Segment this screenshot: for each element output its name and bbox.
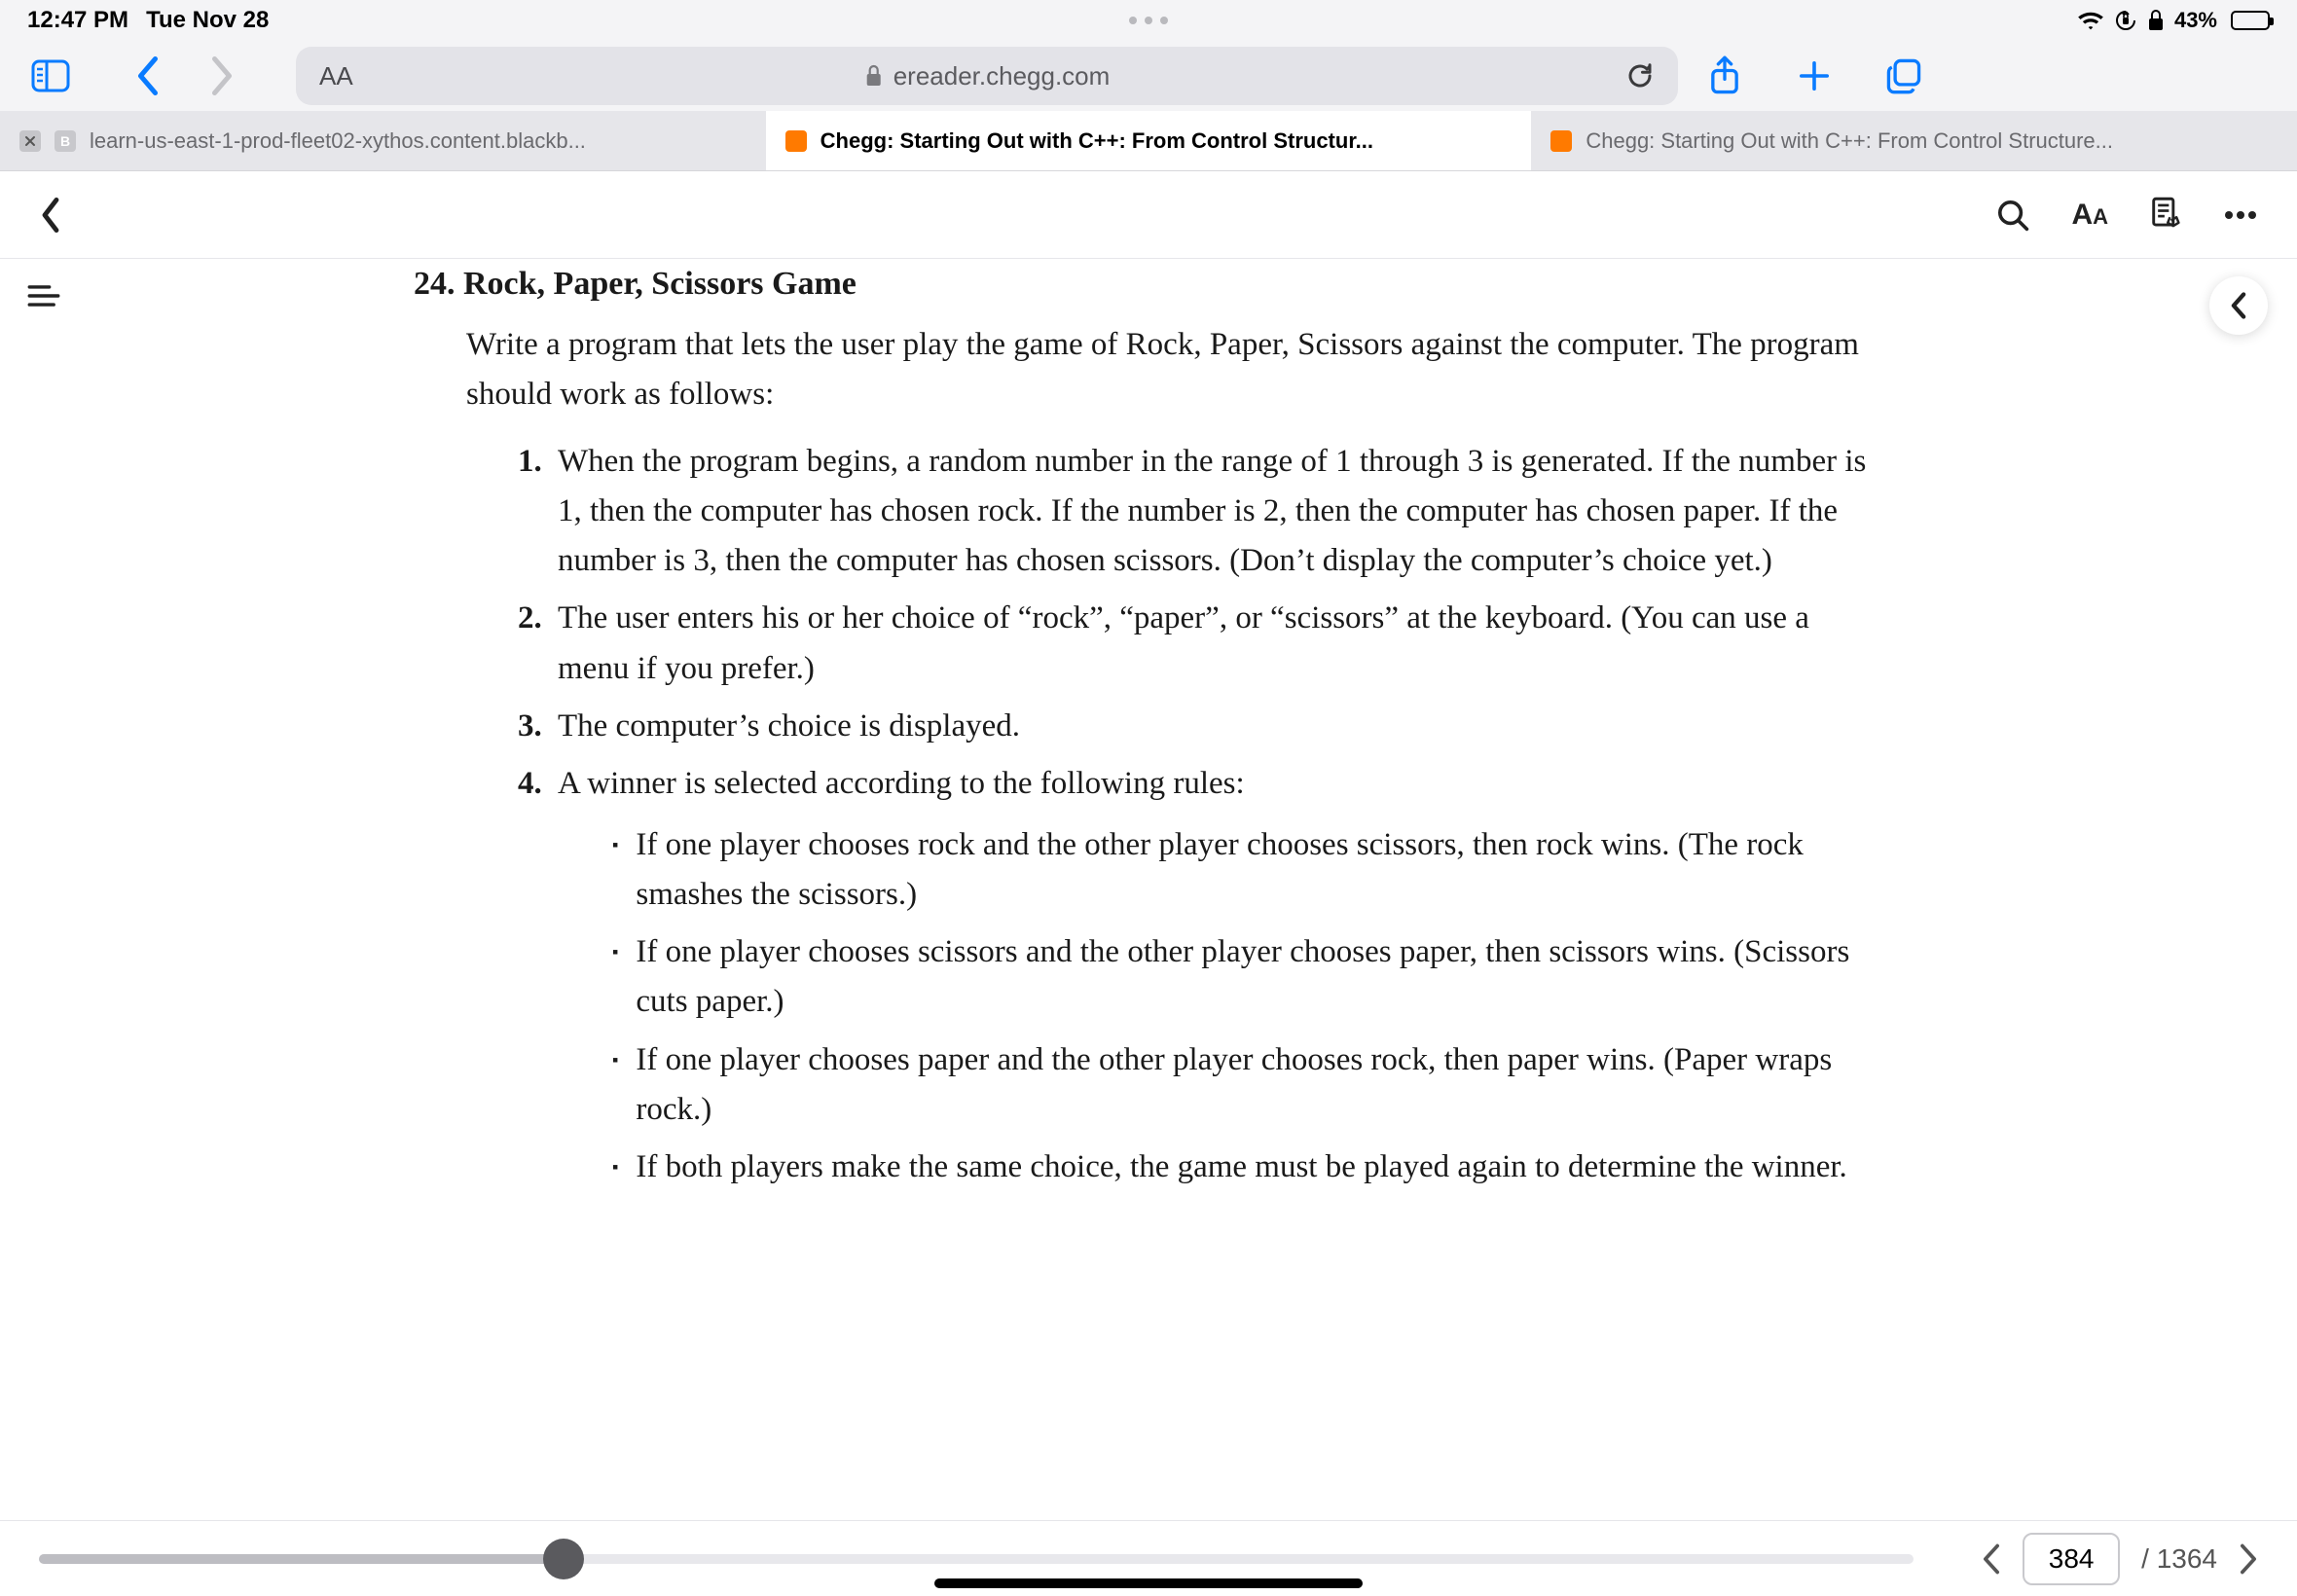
wifi-icon	[2077, 10, 2104, 31]
steps-list: When the program begins, a random number…	[550, 433, 1883, 1200]
section-heading: 24. Rock, Paper, Scissors Game	[414, 259, 1883, 310]
reload-button[interactable]	[1625, 61, 1655, 91]
collapse-panel-button[interactable]	[2209, 276, 2268, 335]
back-button[interactable]	[125, 53, 171, 99]
list-item: If both players make the same choice, th…	[612, 1139, 1883, 1196]
tab-favicon	[1550, 130, 1572, 152]
reader-content-area: 24. Rock, Paper, Scissors Game Write a p…	[0, 259, 2297, 1520]
browser-toolbar: AA ereader.chegg.com	[0, 41, 2297, 111]
prev-page-button[interactable]	[1982, 1543, 2001, 1575]
intro-paragraph: Write a program that lets the user play …	[466, 320, 1883, 419]
tab-favicon	[785, 130, 807, 152]
browser-tab[interactable]: Chegg: Starting Out with C++: From Contr…	[1531, 111, 2297, 170]
status-date: Tue Nov 28	[146, 7, 269, 34]
list-item: When the program begins, a random number…	[550, 433, 1883, 590]
rules-list: If one player chooses rock and the other…	[612, 816, 1883, 1196]
tab-favicon: B	[55, 130, 76, 152]
page-total: / 1364	[2141, 1543, 2217, 1575]
text-settings-icon[interactable]: AA	[2071, 199, 2108, 232]
status-time: 12:47 PM	[27, 7, 128, 34]
sidebar-toggle-icon[interactable]	[27, 53, 74, 99]
scrubber-thumb[interactable]	[543, 1539, 584, 1579]
more-icon[interactable]	[2223, 209, 2258, 221]
list-item: The computer’s choice is displayed.	[550, 698, 1883, 755]
address-url: ereader.chegg.com	[893, 61, 1111, 91]
battery-icon	[2227, 11, 2270, 30]
list-item: If one player chooses rock and the other…	[612, 816, 1883, 924]
reader-mode-button[interactable]: AA	[319, 61, 353, 91]
next-page-button[interactable]	[2239, 1543, 2258, 1575]
toc-button[interactable]	[27, 282, 60, 309]
lock-icon	[864, 64, 884, 88]
list-item: A winner is selected according to the fo…	[550, 755, 1883, 1200]
page-number-input[interactable]: 384	[2023, 1533, 2120, 1585]
search-icon[interactable]	[1995, 198, 2030, 233]
browser-tab[interactable]: Chegg: Starting Out with C++: From Contr…	[766, 111, 1532, 170]
ereader-toolbar: AA	[0, 171, 2297, 259]
tab-label: learn-us-east-1-prod-fleet02-xythos.cont…	[90, 128, 586, 154]
multitask-dots[interactable]	[1129, 17, 1168, 24]
page-scrubber[interactable]	[39, 1554, 1914, 1564]
share-button[interactable]	[1701, 53, 1748, 99]
list-item: The user enters his or her choice of “ro…	[550, 590, 1883, 697]
orientation-lock-icon	[2114, 9, 2137, 32]
bookmark-icon[interactable]	[2149, 197, 2182, 234]
browser-tab[interactable]: Blearn-us-east-1-prod-fleet02-xythos.con…	[0, 111, 766, 170]
list-item: If one player chooses paper and the othe…	[612, 1032, 1883, 1139]
list-item: If one player chooses scissors and the o…	[612, 924, 1883, 1031]
browser-tabs: Blearn-us-east-1-prod-fleet02-xythos.con…	[0, 111, 2297, 171]
close-tab-icon[interactable]	[19, 130, 41, 152]
forward-button	[199, 53, 245, 99]
ereader-back-button[interactable]	[39, 196, 62, 235]
tab-label: Chegg: Starting Out with C++: From Contr…	[1586, 128, 2113, 154]
bluetooth-lock-icon	[2147, 9, 2165, 32]
new-tab-button[interactable]	[1791, 53, 1838, 99]
tab-label: Chegg: Starting Out with C++: From Contr…	[820, 128, 1373, 154]
status-bar: 12:47 PM Tue Nov 28 43%	[0, 0, 2297, 41]
battery-percent: 43%	[2174, 8, 2217, 33]
address-bar[interactable]: AA ereader.chegg.com	[296, 47, 1678, 105]
tabs-overview-button[interactable]	[1880, 53, 1927, 99]
home-indicator[interactable]	[934, 1578, 1363, 1588]
